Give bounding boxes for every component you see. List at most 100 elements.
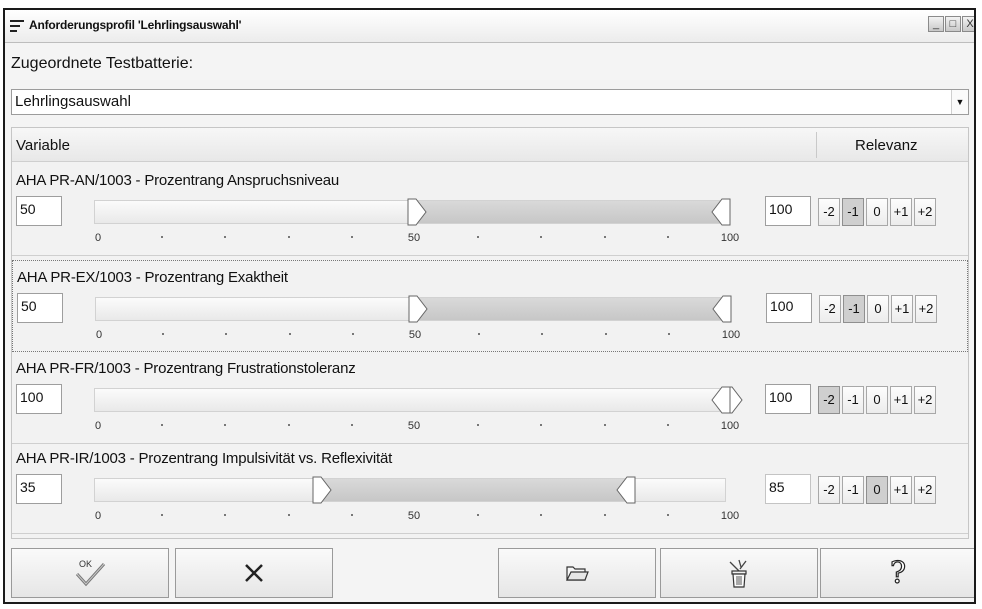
max-handle[interactable] bbox=[616, 476, 636, 504]
variable-label: AHA PR-IR/1003 - Prozentrang Impulsivitä… bbox=[16, 450, 393, 467]
min-value-input[interactable]: 50 bbox=[17, 293, 63, 323]
tick-label: 100 bbox=[720, 510, 740, 522]
relevance-button[interactable]: -1 bbox=[842, 476, 864, 504]
relevance-button[interactable]: -1 bbox=[842, 386, 864, 414]
max-handle[interactable] bbox=[711, 198, 731, 226]
selected-range-fill bbox=[412, 298, 728, 320]
tick-mark bbox=[666, 236, 669, 238]
tick-mark bbox=[288, 333, 291, 335]
battery-select[interactable]: Lehrlingsauswahl ▼ bbox=[11, 89, 969, 115]
header-relevanz: Relevanz bbox=[855, 137, 918, 154]
range-slider-track[interactable] bbox=[94, 198, 731, 226]
tick-mark bbox=[287, 514, 290, 516]
range-slider-track[interactable] bbox=[94, 386, 743, 414]
relevance-button[interactable]: -1 bbox=[842, 198, 864, 226]
maximize-button[interactable]: □ bbox=[945, 16, 961, 32]
variable-row[interactable]: AHA PR-IR/1003 - Prozentrang Impulsivitä… bbox=[12, 442, 968, 534]
tick-mark bbox=[477, 424, 480, 426]
relevance-button[interactable]: -1 bbox=[843, 295, 865, 323]
tick-mark bbox=[478, 333, 481, 335]
tick-mark bbox=[224, 236, 227, 238]
tick-label: 100 bbox=[720, 232, 740, 244]
tick-mark bbox=[603, 236, 606, 238]
x-icon bbox=[245, 564, 263, 582]
max-handle[interactable] bbox=[711, 386, 731, 414]
svg-text:?: ? bbox=[889, 557, 905, 589]
ok-check-icon: OK bbox=[75, 559, 106, 587]
relevance-button[interactable]: 0 bbox=[866, 198, 888, 226]
selected-range-fill bbox=[411, 201, 727, 223]
tick-mark bbox=[603, 514, 606, 516]
variable-row[interactable]: AHA PR-EX/1003 - Prozentrang Exaktheit 50… bbox=[12, 260, 968, 352]
tick-mark bbox=[224, 424, 227, 426]
tick-label: 50 bbox=[407, 510, 421, 522]
relevance-button[interactable]: +2 bbox=[914, 386, 936, 414]
tick-mark bbox=[540, 424, 543, 426]
relevance-button[interactable]: +2 bbox=[914, 476, 936, 504]
relevance-button[interactable]: 0 bbox=[866, 476, 888, 504]
variable-label: AHA PR-AN/1003 - Prozentrang Anspruchsni… bbox=[16, 172, 340, 189]
relevance-button[interactable]: +1 bbox=[890, 386, 912, 414]
title-bar[interactable]: Anforderungsprofil 'Lehrlingsauswahl' _ … bbox=[5, 10, 974, 43]
min-value-input[interactable]: 35 bbox=[16, 474, 62, 504]
dropdown-arrow-icon[interactable]: ▼ bbox=[951, 90, 968, 114]
minimize-button[interactable]: _ bbox=[928, 16, 944, 32]
min-handle[interactable] bbox=[408, 295, 428, 323]
relevance-button[interactable]: +1 bbox=[890, 198, 912, 226]
tick-mark bbox=[477, 514, 480, 516]
selected-range-fill bbox=[316, 479, 632, 501]
open-button[interactable] bbox=[498, 548, 656, 598]
dialog-window: Anforderungsprofil 'Lehrlingsauswahl' _ … bbox=[3, 8, 976, 604]
slider-scale: 0 50 100 bbox=[94, 232, 739, 246]
close-button[interactable]: X bbox=[962, 16, 974, 32]
max-value-input[interactable]: 100 bbox=[765, 196, 811, 226]
help-button[interactable]: ? bbox=[820, 548, 974, 598]
folder-open-icon bbox=[566, 566, 589, 581]
tick-mark bbox=[667, 333, 670, 335]
range-slider-track[interactable] bbox=[95, 295, 732, 323]
tick-label: 50 bbox=[408, 329, 422, 341]
tick-label: 50 bbox=[407, 420, 421, 432]
list-header: Variable Relevanz bbox=[12, 128, 968, 162]
relevance-button[interactable]: +2 bbox=[915, 295, 937, 323]
tick-label: 50 bbox=[407, 232, 421, 244]
relevance-button[interactable]: -2 bbox=[818, 198, 840, 226]
relevance-button[interactable]: 0 bbox=[867, 295, 889, 323]
tick-mark bbox=[350, 514, 353, 516]
min-value-input[interactable]: 100 bbox=[16, 384, 62, 414]
delete-button[interactable] bbox=[660, 548, 818, 598]
svg-text:OK: OK bbox=[79, 559, 92, 569]
tick-mark bbox=[350, 424, 353, 426]
slider-scale: 0 50 100 bbox=[94, 510, 739, 524]
relevance-button[interactable]: +2 bbox=[914, 198, 936, 226]
relevance-button[interactable]: -2 bbox=[818, 386, 840, 414]
range-slider-track[interactable] bbox=[94, 476, 726, 504]
min-handle[interactable] bbox=[312, 476, 332, 504]
cancel-button[interactable] bbox=[175, 548, 333, 598]
tick-label: 0 bbox=[94, 232, 102, 244]
variable-row[interactable]: AHA PR-AN/1003 - Prozentrang Anspruchsni… bbox=[12, 164, 968, 256]
tick-mark bbox=[540, 514, 543, 516]
min-value-input[interactable]: 50 bbox=[16, 196, 62, 226]
tick-mark bbox=[162, 333, 165, 335]
tick-label: 0 bbox=[94, 420, 102, 432]
relevance-button[interactable]: +1 bbox=[890, 476, 912, 504]
relevance-button[interactable]: -2 bbox=[819, 295, 841, 323]
relevance-button[interactable]: -2 bbox=[818, 476, 840, 504]
relevance-button[interactable]: +1 bbox=[891, 295, 913, 323]
variable-list: Variable Relevanz AHA PR-AN/1003 - Proze… bbox=[11, 127, 969, 539]
max-value-input[interactable]: 100 bbox=[766, 293, 812, 323]
variable-label: AHA PR-FR/1003 - Prozentrang Frustration… bbox=[16, 360, 356, 377]
tick-mark bbox=[540, 236, 543, 238]
max-value-input[interactable]: 100 bbox=[765, 384, 811, 414]
window-menu-icon[interactable] bbox=[10, 20, 24, 32]
ok-button[interactable]: OK bbox=[11, 548, 169, 598]
max-value-input[interactable]: 85 bbox=[765, 474, 811, 504]
relevance-button[interactable]: 0 bbox=[866, 386, 888, 414]
tick-mark bbox=[351, 333, 354, 335]
variable-row[interactable]: AHA PR-FR/1003 - Prozentrang Frustration… bbox=[12, 352, 968, 444]
tick-mark bbox=[287, 236, 290, 238]
tick-label: 0 bbox=[95, 329, 103, 341]
min-handle[interactable] bbox=[407, 198, 427, 226]
max-handle[interactable] bbox=[712, 295, 732, 323]
